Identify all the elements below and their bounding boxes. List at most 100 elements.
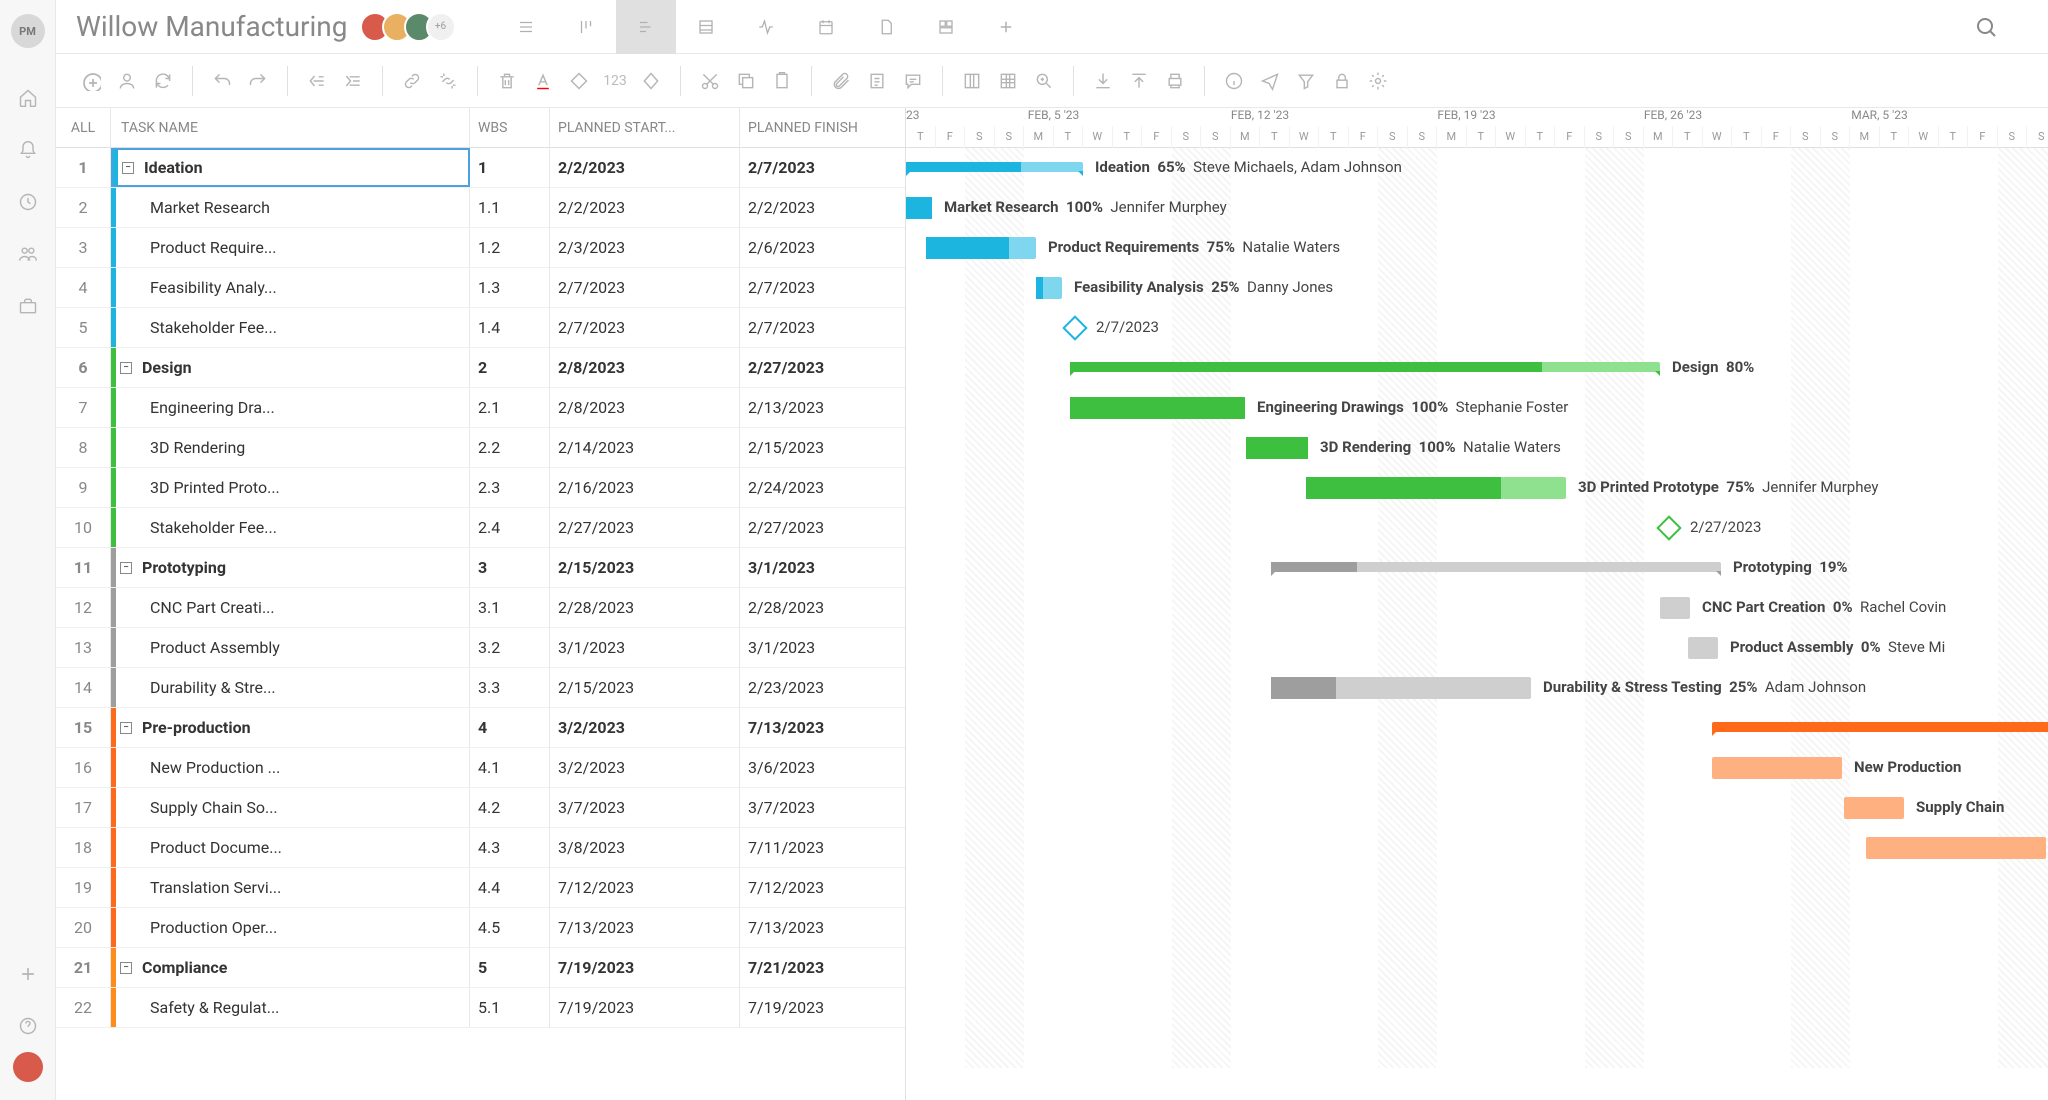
planned-finish-cell[interactable]: 2/15/2023 <box>740 428 905 468</box>
sheet-view-tab[interactable] <box>676 0 736 54</box>
grid-body[interactable]: 1−Ideation12/2/20232/7/20232Market Resea… <box>56 148 905 1100</box>
planned-finish-cell[interactable]: 7/13/2023 <box>740 708 905 748</box>
milestone[interactable] <box>1656 515 1681 540</box>
wbs-cell[interactable]: 4.1 <box>470 748 550 788</box>
settings-icon[interactable] <box>1363 66 1393 96</box>
refresh-icon[interactable] <box>148 66 178 96</box>
lock-icon[interactable] <box>1327 66 1357 96</box>
planned-start-cell[interactable]: 3/8/2023 <box>550 828 740 868</box>
number-format-icon[interactable]: 123 <box>600 66 630 96</box>
wbs-cell[interactable]: 4 <box>470 708 550 748</box>
zoom-icon[interactable] <box>1029 66 1059 96</box>
gantt-body[interactable]: Ideation 65% Steve Michaels, Adam Johnso… <box>906 148 2048 1068</box>
redo-icon[interactable] <box>243 66 273 96</box>
assignee-avatars[interactable]: +6 <box>368 12 456 42</box>
task-name-cell[interactable]: Product Docume... <box>111 828 470 867</box>
logo-icon[interactable]: PM <box>11 14 45 48</box>
gantt-bar[interactable] <box>1660 597 1690 619</box>
table-row[interactable]: 83D Rendering2.22/14/20232/15/2023 <box>56 428 905 468</box>
wbs-cell[interactable]: 1.3 <box>470 268 550 308</box>
gantt-bar[interactable] <box>1844 797 1904 819</box>
planned-finish-cell[interactable]: 2/28/2023 <box>740 588 905 628</box>
table-row[interactable]: 12CNC Part Creati...3.12/28/20232/28/202… <box>56 588 905 628</box>
task-name-cell[interactable]: Stakeholder Fee... <box>111 508 470 547</box>
task-name-cell[interactable]: Production Oper... <box>111 908 470 947</box>
collapse-icon[interactable]: − <box>122 162 134 174</box>
wbs-cell[interactable]: 1.1 <box>470 188 550 228</box>
wbs-cell[interactable]: 4.4 <box>470 868 550 908</box>
gantt-bar[interactable] <box>1712 722 2048 732</box>
planned-start-cell[interactable]: 2/15/2023 <box>550 548 740 588</box>
table-row[interactable]: 18Product Docume...4.33/8/20237/11/2023 <box>56 828 905 868</box>
task-name-cell[interactable]: 3D Printed Proto... <box>111 468 470 507</box>
task-name-cell[interactable]: Product Assembly <box>111 628 470 667</box>
table-row[interactable]: 7Engineering Dra...2.12/8/20232/13/2023 <box>56 388 905 428</box>
milestone[interactable] <box>1062 315 1087 340</box>
table-row[interactable]: 13Product Assembly3.23/1/20233/1/2023 <box>56 628 905 668</box>
planned-start-cell[interactable]: 2/14/2023 <box>550 428 740 468</box>
gantt-bar[interactable] <box>1712 757 1842 779</box>
wbs-cell[interactable]: 2.3 <box>470 468 550 508</box>
planned-finish-cell[interactable]: 2/7/2023 <box>740 268 905 308</box>
table-row[interactable]: 16New Production ...4.13/2/20233/6/2023 <box>56 748 905 788</box>
file-view-tab[interactable] <box>856 0 916 54</box>
planned-start-cell[interactable]: 2/8/2023 <box>550 388 740 428</box>
task-name-cell[interactable]: −Compliance <box>111 948 470 987</box>
calendar-view-tab[interactable] <box>796 0 856 54</box>
planned-start-cell[interactable]: 7/12/2023 <box>550 868 740 908</box>
collapse-icon[interactable]: − <box>120 562 132 574</box>
planned-finish-cell[interactable]: 2/7/2023 <box>740 308 905 348</box>
task-name-cell[interactable]: Translation Servi... <box>111 868 470 907</box>
planned-finish-cell[interactable]: 7/19/2023 <box>740 988 905 1028</box>
planned-finish-cell[interactable]: 3/1/2023 <box>740 628 905 668</box>
planned-start-cell[interactable]: 7/19/2023 <box>550 988 740 1028</box>
planned-start-cell[interactable]: 3/1/2023 <box>550 628 740 668</box>
planned-finish-cell[interactable]: 7/13/2023 <box>740 908 905 948</box>
plus-icon[interactable] <box>14 960 42 988</box>
task-name-cell[interactable]: Engineering Dra... <box>111 388 470 427</box>
gantt-bar[interactable] <box>1271 562 1721 572</box>
gantt-bar[interactable] <box>1688 637 1718 659</box>
gantt-bar[interactable] <box>1070 397 1245 419</box>
planned-finish-cell[interactable]: 2/27/2023 <box>740 508 905 548</box>
collapse-icon[interactable]: − <box>120 962 132 974</box>
briefcase-icon[interactable] <box>14 292 42 320</box>
wbs-cell[interactable]: 4.3 <box>470 828 550 868</box>
wbs-cell[interactable]: 2 <box>470 348 550 388</box>
task-name-cell[interactable]: Durability & Stre... <box>111 668 470 707</box>
diamond-icon[interactable] <box>636 66 666 96</box>
wbs-cell[interactable]: 2.2 <box>470 428 550 468</box>
task-name-cell[interactable]: −Ideation <box>111 148 470 187</box>
undo-icon[interactable] <box>207 66 237 96</box>
table-row[interactable]: 6−Design22/8/20232/27/2023 <box>56 348 905 388</box>
copy-icon[interactable] <box>731 66 761 96</box>
collapse-icon[interactable]: − <box>120 362 132 374</box>
planned-start-cell[interactable]: 2/7/2023 <box>550 308 740 348</box>
col-all[interactable]: ALL <box>56 108 111 148</box>
wbs-cell[interactable]: 1.2 <box>470 228 550 268</box>
gantt-bar[interactable] <box>1070 362 1660 372</box>
table-row[interactable]: 1−Ideation12/2/20232/7/2023 <box>56 148 905 188</box>
link-icon[interactable] <box>397 66 427 96</box>
board-view-tab[interactable] <box>556 0 616 54</box>
text-color-icon[interactable] <box>528 66 558 96</box>
wbs-cell[interactable]: 1.4 <box>470 308 550 348</box>
table-row[interactable]: 93D Printed Proto...2.32/16/20232/24/202… <box>56 468 905 508</box>
upload-icon[interactable] <box>1124 66 1154 96</box>
table-row[interactable]: 21−Compliance57/19/20237/21/2023 <box>56 948 905 988</box>
dashboard-view-tab[interactable] <box>916 0 976 54</box>
delete-icon[interactable] <box>492 66 522 96</box>
wbs-cell[interactable]: 4.5 <box>470 908 550 948</box>
table-row[interactable]: 14Durability & Stre...3.32/15/20232/23/2… <box>56 668 905 708</box>
planned-finish-cell[interactable]: 2/13/2023 <box>740 388 905 428</box>
planned-finish-cell[interactable]: 3/7/2023 <box>740 788 905 828</box>
planned-start-cell[interactable]: 2/28/2023 <box>550 588 740 628</box>
table-row[interactable]: 4Feasibility Analy...1.32/7/20232/7/2023 <box>56 268 905 308</box>
task-name-cell[interactable]: Supply Chain So... <box>111 788 470 827</box>
search-icon[interactable] <box>1974 15 1998 39</box>
task-name-cell[interactable]: New Production ... <box>111 748 470 787</box>
wbs-cell[interactable]: 4.2 <box>470 788 550 828</box>
paste-icon[interactable] <box>767 66 797 96</box>
task-name-cell[interactable]: −Design <box>111 348 470 387</box>
planned-finish-cell[interactable]: 2/24/2023 <box>740 468 905 508</box>
